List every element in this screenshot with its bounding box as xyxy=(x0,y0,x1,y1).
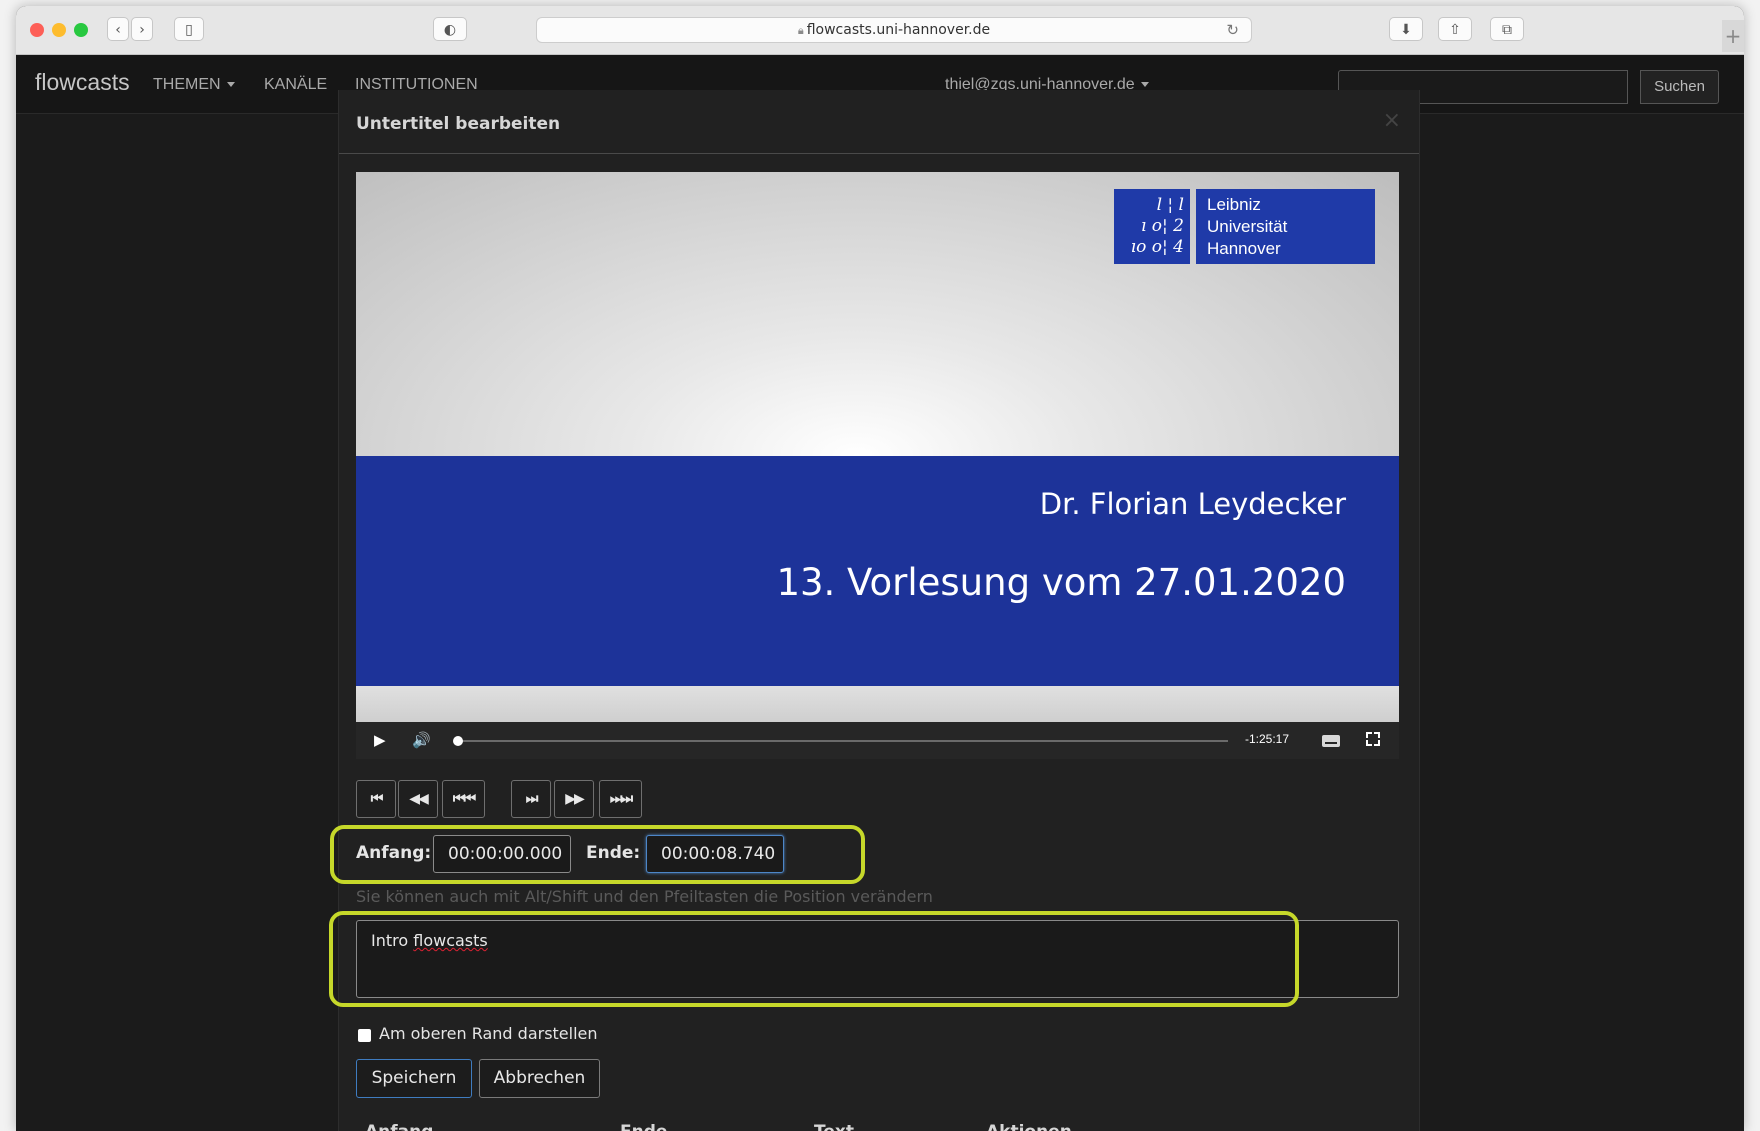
search-button[interactable]: Suchen xyxy=(1640,70,1719,104)
share-icon[interactable]: ⇧ xyxy=(1438,17,1472,41)
browser-window: ‹ › ▯ ◐ 🔒︎ flowcasts.uni-hannover.de ↻ ⬇ … xyxy=(16,6,1744,1131)
progress-bar[interactable] xyxy=(456,740,1228,742)
new-tab-icon[interactable]: + xyxy=(1722,20,1744,52)
logo-text-line: Hannover xyxy=(1207,239,1281,258)
seek-start-button[interactable]: ⏮ xyxy=(356,780,396,818)
back-icon[interactable]: ‹ xyxy=(107,17,129,41)
university-logo-mark: l ¦ l ı o¦ 2 ıo o¦ 4 xyxy=(1114,189,1190,264)
play-icon[interactable]: ▶ xyxy=(374,731,386,749)
minimize-window-button[interactable] xyxy=(52,23,66,37)
seek-back-button[interactable]: ◀◀ xyxy=(398,780,438,818)
reload-icon[interactable]: ↻ xyxy=(1226,18,1239,42)
top-position-label[interactable]: Am oberen Rand darstellen xyxy=(379,1024,598,1043)
logo-text-line: Universität xyxy=(1207,217,1288,236)
subtitles-icon[interactable] xyxy=(1322,735,1340,747)
save-button[interactable]: Speichern xyxy=(356,1059,472,1098)
zoom-window-button[interactable] xyxy=(74,23,88,37)
fullscreen-icon[interactable] xyxy=(1366,732,1380,746)
download-icon[interactable]: ⬇ xyxy=(1389,17,1423,41)
chevron-down-icon xyxy=(226,82,235,88)
tabs-overview-icon[interactable]: ⧉ xyxy=(1490,17,1524,41)
address-bar[interactable]: 🔒︎ flowcasts.uni-hannover.de ↻ xyxy=(536,17,1252,43)
nav-themen[interactable]: THEMEN xyxy=(153,76,235,94)
logo-text-line: Leibniz xyxy=(1207,195,1261,214)
modal-divider xyxy=(339,153,1419,154)
top-position-checkbox[interactable] xyxy=(358,1029,371,1042)
nav-kanaele[interactable]: KANÄLE xyxy=(264,76,327,94)
hint-text: Sie können auch mit Alt/Shift und den Pf… xyxy=(356,887,933,906)
logo-line: ı o¦ 2 xyxy=(1140,216,1184,236)
video-player[interactable]: l ¦ l ı o¦ 2 ıo o¦ 4 Leibniz Universität… xyxy=(356,172,1399,759)
lock-icon: 🔒︎ xyxy=(797,24,804,37)
table-header-aktionen: Aktionen xyxy=(986,1122,1072,1131)
cancel-button[interactable]: Abbrechen xyxy=(479,1059,600,1098)
seek-end-button[interactable]: ⏭ xyxy=(511,780,551,818)
video-speaker-text: Dr. Florian Leydecker xyxy=(1039,487,1346,521)
forward-icon[interactable]: › xyxy=(131,17,153,41)
table-header-anfang: Anfang xyxy=(365,1122,433,1131)
table-header-text: Text xyxy=(814,1122,854,1131)
modal-title: Untertitel bearbeiten xyxy=(356,114,561,134)
seek-forward-button[interactable]: ▶▶ xyxy=(554,780,594,818)
volume-icon[interactable]: 🔊 xyxy=(412,731,431,749)
sidebar-icon[interactable]: ▯ xyxy=(174,17,204,41)
chevron-down-icon xyxy=(1140,82,1149,88)
brand-logo[interactable]: flowcasts xyxy=(35,69,130,96)
highlight-time-fields xyxy=(330,825,865,884)
seek-forward-far-button[interactable]: ⏭⏭ xyxy=(599,780,642,818)
video-lecture-text: 13. Vorlesung vom 27.01.2020 xyxy=(776,561,1346,604)
privacy-shield-icon[interactable]: ◐ xyxy=(433,17,467,41)
progress-handle[interactable] xyxy=(453,736,463,746)
highlight-textarea xyxy=(329,911,1299,1007)
edit-subtitle-modal: Untertitel bearbeiten × l ¦ l ı o¦ 2 ıo … xyxy=(329,90,1420,1131)
logo-line: ıo o¦ 4 xyxy=(1130,237,1184,257)
seek-back-far-button[interactable]: ⏮⏮ xyxy=(442,780,485,818)
url-text: flowcasts.uni-hannover.de xyxy=(806,22,991,38)
table-header-ende: Ende xyxy=(620,1122,667,1131)
nav-themen-label: THEMEN xyxy=(153,76,221,93)
close-window-button[interactable] xyxy=(30,23,44,37)
logo-line: l ¦ l xyxy=(1156,195,1184,215)
close-icon[interactable]: × xyxy=(1383,108,1401,133)
video-controls: ▶ 🔊 -1:25:17 xyxy=(356,722,1399,759)
remaining-time: -1:25:17 xyxy=(1245,732,1290,746)
browser-titlebar: ‹ › ▯ ◐ 🔒︎ flowcasts.uni-hannover.de ↻ ⬇ … xyxy=(16,6,1744,55)
university-logo-text: Leibniz Universität Hannover xyxy=(1196,189,1375,264)
